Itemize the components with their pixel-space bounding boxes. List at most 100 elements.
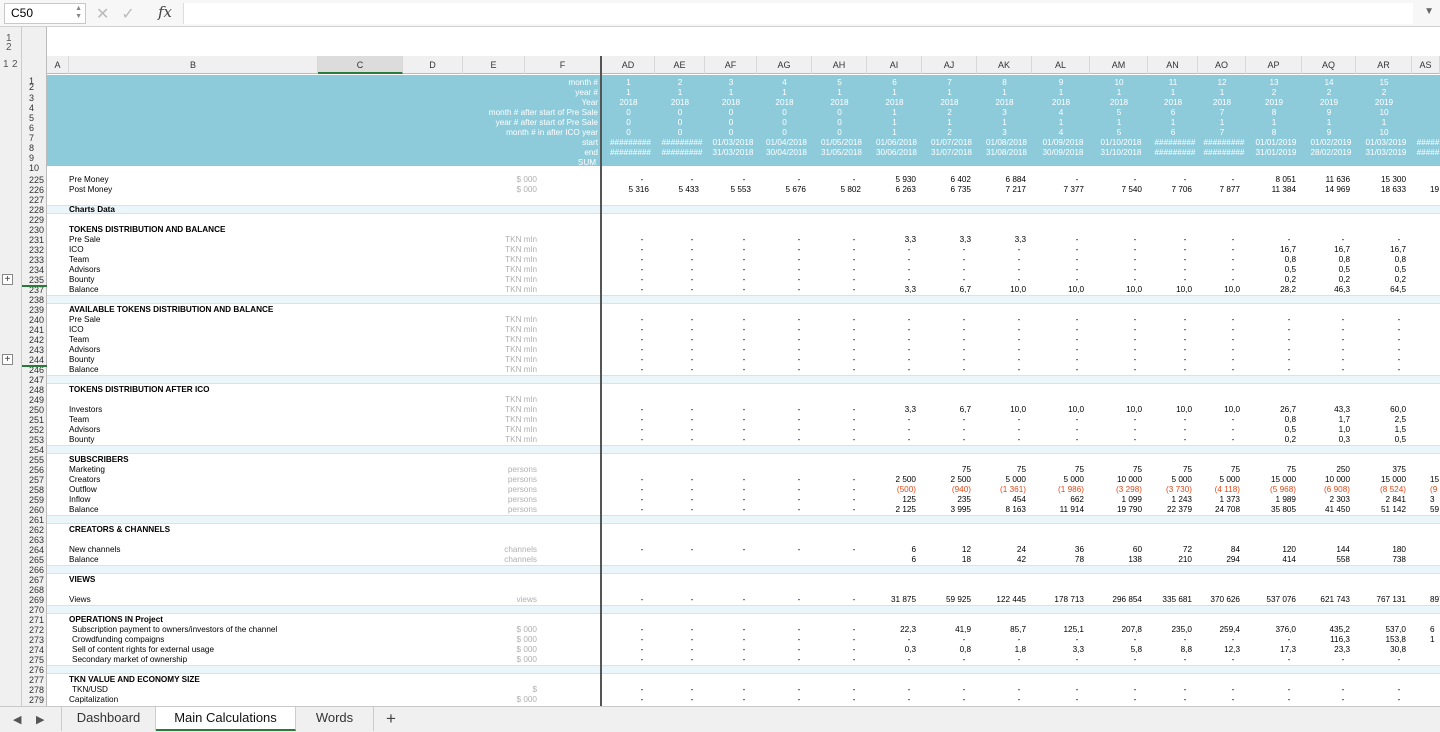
cell-value[interactable]: - <box>847 355 861 365</box>
cell-value[interactable]: - <box>635 635 649 645</box>
row-header[interactable]: 275 <box>22 655 46 665</box>
row-header[interactable]: 274 <box>22 645 46 655</box>
cell-value[interactable]: - <box>1226 365 1240 375</box>
cell-value[interactable]: 15 300 <box>1360 175 1406 185</box>
row-header[interactable]: 279 <box>22 695 46 705</box>
cell-value[interactable]: - <box>1070 175 1084 185</box>
cell-value[interactable]: 5 930 <box>870 175 917 185</box>
cell-value[interactable]: - <box>1070 255 1084 265</box>
cell-value[interactable]: - <box>635 315 649 325</box>
cell-value[interactable]: - <box>1128 365 1142 375</box>
cell-value[interactable]: - <box>685 505 699 515</box>
cell-value[interactable]: - <box>902 335 916 345</box>
formula-input[interactable] <box>183 3 1413 24</box>
cell-value[interactable]: - <box>1178 245 1192 255</box>
cell-value[interactable]: 7 217 <box>980 185 1027 195</box>
column-header-an[interactable]: AN <box>1148 56 1198 74</box>
cell-value[interactable]: - <box>1282 695 1296 705</box>
cell-value[interactable]: - <box>792 425 806 435</box>
cell-value[interactable]: 75 <box>1038 465 1084 475</box>
cell-value[interactable]: (4 118) <box>1194 485 1240 495</box>
cell-value[interactable]: - <box>1282 635 1296 645</box>
cell-value[interactable]: - <box>737 595 751 605</box>
cell-value[interactable]: - <box>1178 365 1192 375</box>
cell-value[interactable]: - <box>902 425 916 435</box>
cell-value[interactable]: - <box>685 545 699 555</box>
cell-value[interactable]: - <box>1282 365 1296 375</box>
cell-value[interactable]: - <box>737 405 751 415</box>
expand-group-icon[interactable]: + <box>2 274 13 285</box>
cell-value[interactable]: - <box>685 355 699 365</box>
cell-value[interactable]: - <box>792 645 806 655</box>
cell-value[interactable]: - <box>847 505 861 515</box>
cell-value[interactable]: 8 051 <box>1250 175 1297 185</box>
cell-value[interactable]: - <box>792 325 806 335</box>
row-header[interactable]: 267 <box>22 575 46 585</box>
cell-value[interactable]: - <box>1178 355 1192 365</box>
cell-value[interactable]: - <box>635 365 649 375</box>
cell-value[interactable]: 6,7 <box>925 405 971 415</box>
cell-value[interactable]: - <box>737 235 751 245</box>
cell-value[interactable]: 18 <box>925 555 971 565</box>
spreadsheet-grid[interactable]: 1 2 1 2 + + 1 2 3 4 5 6 7 8 9 10 225 226 227 228 229 230… <box>0 27 1440 706</box>
row-header[interactable]: 250 <box>22 405 46 415</box>
cell-value[interactable]: 10,0 <box>1038 405 1084 415</box>
row-header[interactable]: 255 <box>22 455 46 465</box>
cell-value[interactable]: - <box>957 425 971 435</box>
cell-value[interactable]: - <box>1012 335 1026 345</box>
tab-main-calculations[interactable]: Main Calculations <box>156 707 296 731</box>
cell-value[interactable]: - <box>1178 345 1192 355</box>
cell-value[interactable]: - <box>1012 345 1026 355</box>
cell-value[interactable]: - <box>957 245 971 255</box>
row-header[interactable]: 5 <box>22 113 46 123</box>
cell-value[interactable]: - <box>792 475 806 485</box>
cell-value[interactable]: - <box>1178 685 1192 695</box>
cell-value[interactable]: 35 805 <box>1250 505 1296 515</box>
row-header[interactable]: 239 <box>22 305 46 315</box>
row-header[interactable]: 273 <box>22 635 46 645</box>
cell-value[interactable]: - <box>1392 685 1406 695</box>
cell-value[interactable]: - <box>957 695 971 705</box>
cell-value[interactable]: - <box>847 485 861 495</box>
cell-value[interactable]: - <box>1128 335 1142 345</box>
row-header[interactable]: 248 <box>22 385 46 395</box>
cell-value[interactable]: 2 303 <box>1304 495 1351 505</box>
column-header-c[interactable]: C <box>318 56 403 74</box>
cell-value[interactable]: - <box>1336 345 1350 355</box>
cell-value[interactable]: 41,9 <box>925 625 971 635</box>
cell-value[interactable]: - <box>847 425 861 435</box>
cell-value[interactable]: - <box>902 265 916 275</box>
cell-value[interactable]: 180 <box>1360 545 1406 555</box>
cell-value[interactable]: - <box>1178 655 1192 665</box>
cell-value[interactable]: - <box>1178 415 1192 425</box>
cell-value[interactable]: - <box>902 655 916 665</box>
cell-value[interactable]: - <box>635 545 649 555</box>
cell-value[interactable]: - <box>957 325 971 335</box>
cell-value[interactable]: - <box>1336 695 1350 705</box>
cell-value[interactable]: - <box>685 325 699 335</box>
cell-value[interactable]: - <box>957 435 971 445</box>
cell-value[interactable]: 0,8 <box>1304 255 1350 265</box>
row-header[interactable]: 232 <box>22 245 46 255</box>
cell-value[interactable]: 1 373 <box>1194 495 1241 505</box>
cell-value[interactable]: 738 <box>1360 555 1406 565</box>
cell-value[interactable]: 0,8 <box>1250 415 1296 425</box>
cell-value[interactable]: 0,5 <box>1304 265 1350 275</box>
cell-value[interactable]: 36 <box>1038 545 1084 555</box>
cell-value[interactable]: - <box>737 655 751 665</box>
column-header-am[interactable]: AM <box>1090 56 1148 74</box>
cell-value[interactable]: - <box>1178 325 1192 335</box>
cell-value[interactable]: 10,0 <box>1146 285 1192 295</box>
cell-value[interactable]: - <box>685 275 699 285</box>
cell-value[interactable]: (500) <box>870 485 916 495</box>
cell-value[interactable]: - <box>1128 315 1142 325</box>
cell-value[interactable]: 537 076 <box>1250 595 1296 605</box>
cell-value[interactable]: 7 540 <box>1096 185 1143 195</box>
cell-value[interactable]: - <box>792 255 806 265</box>
cell-value[interactable]: - <box>1226 265 1240 275</box>
cell-value[interactable]: 0,2 <box>1360 275 1406 285</box>
cell-value[interactable]: - <box>1012 415 1026 425</box>
cell-value[interactable]: - <box>685 685 699 695</box>
cell-value[interactable]: - <box>685 345 699 355</box>
cell-value[interactable]: - <box>1128 355 1142 365</box>
